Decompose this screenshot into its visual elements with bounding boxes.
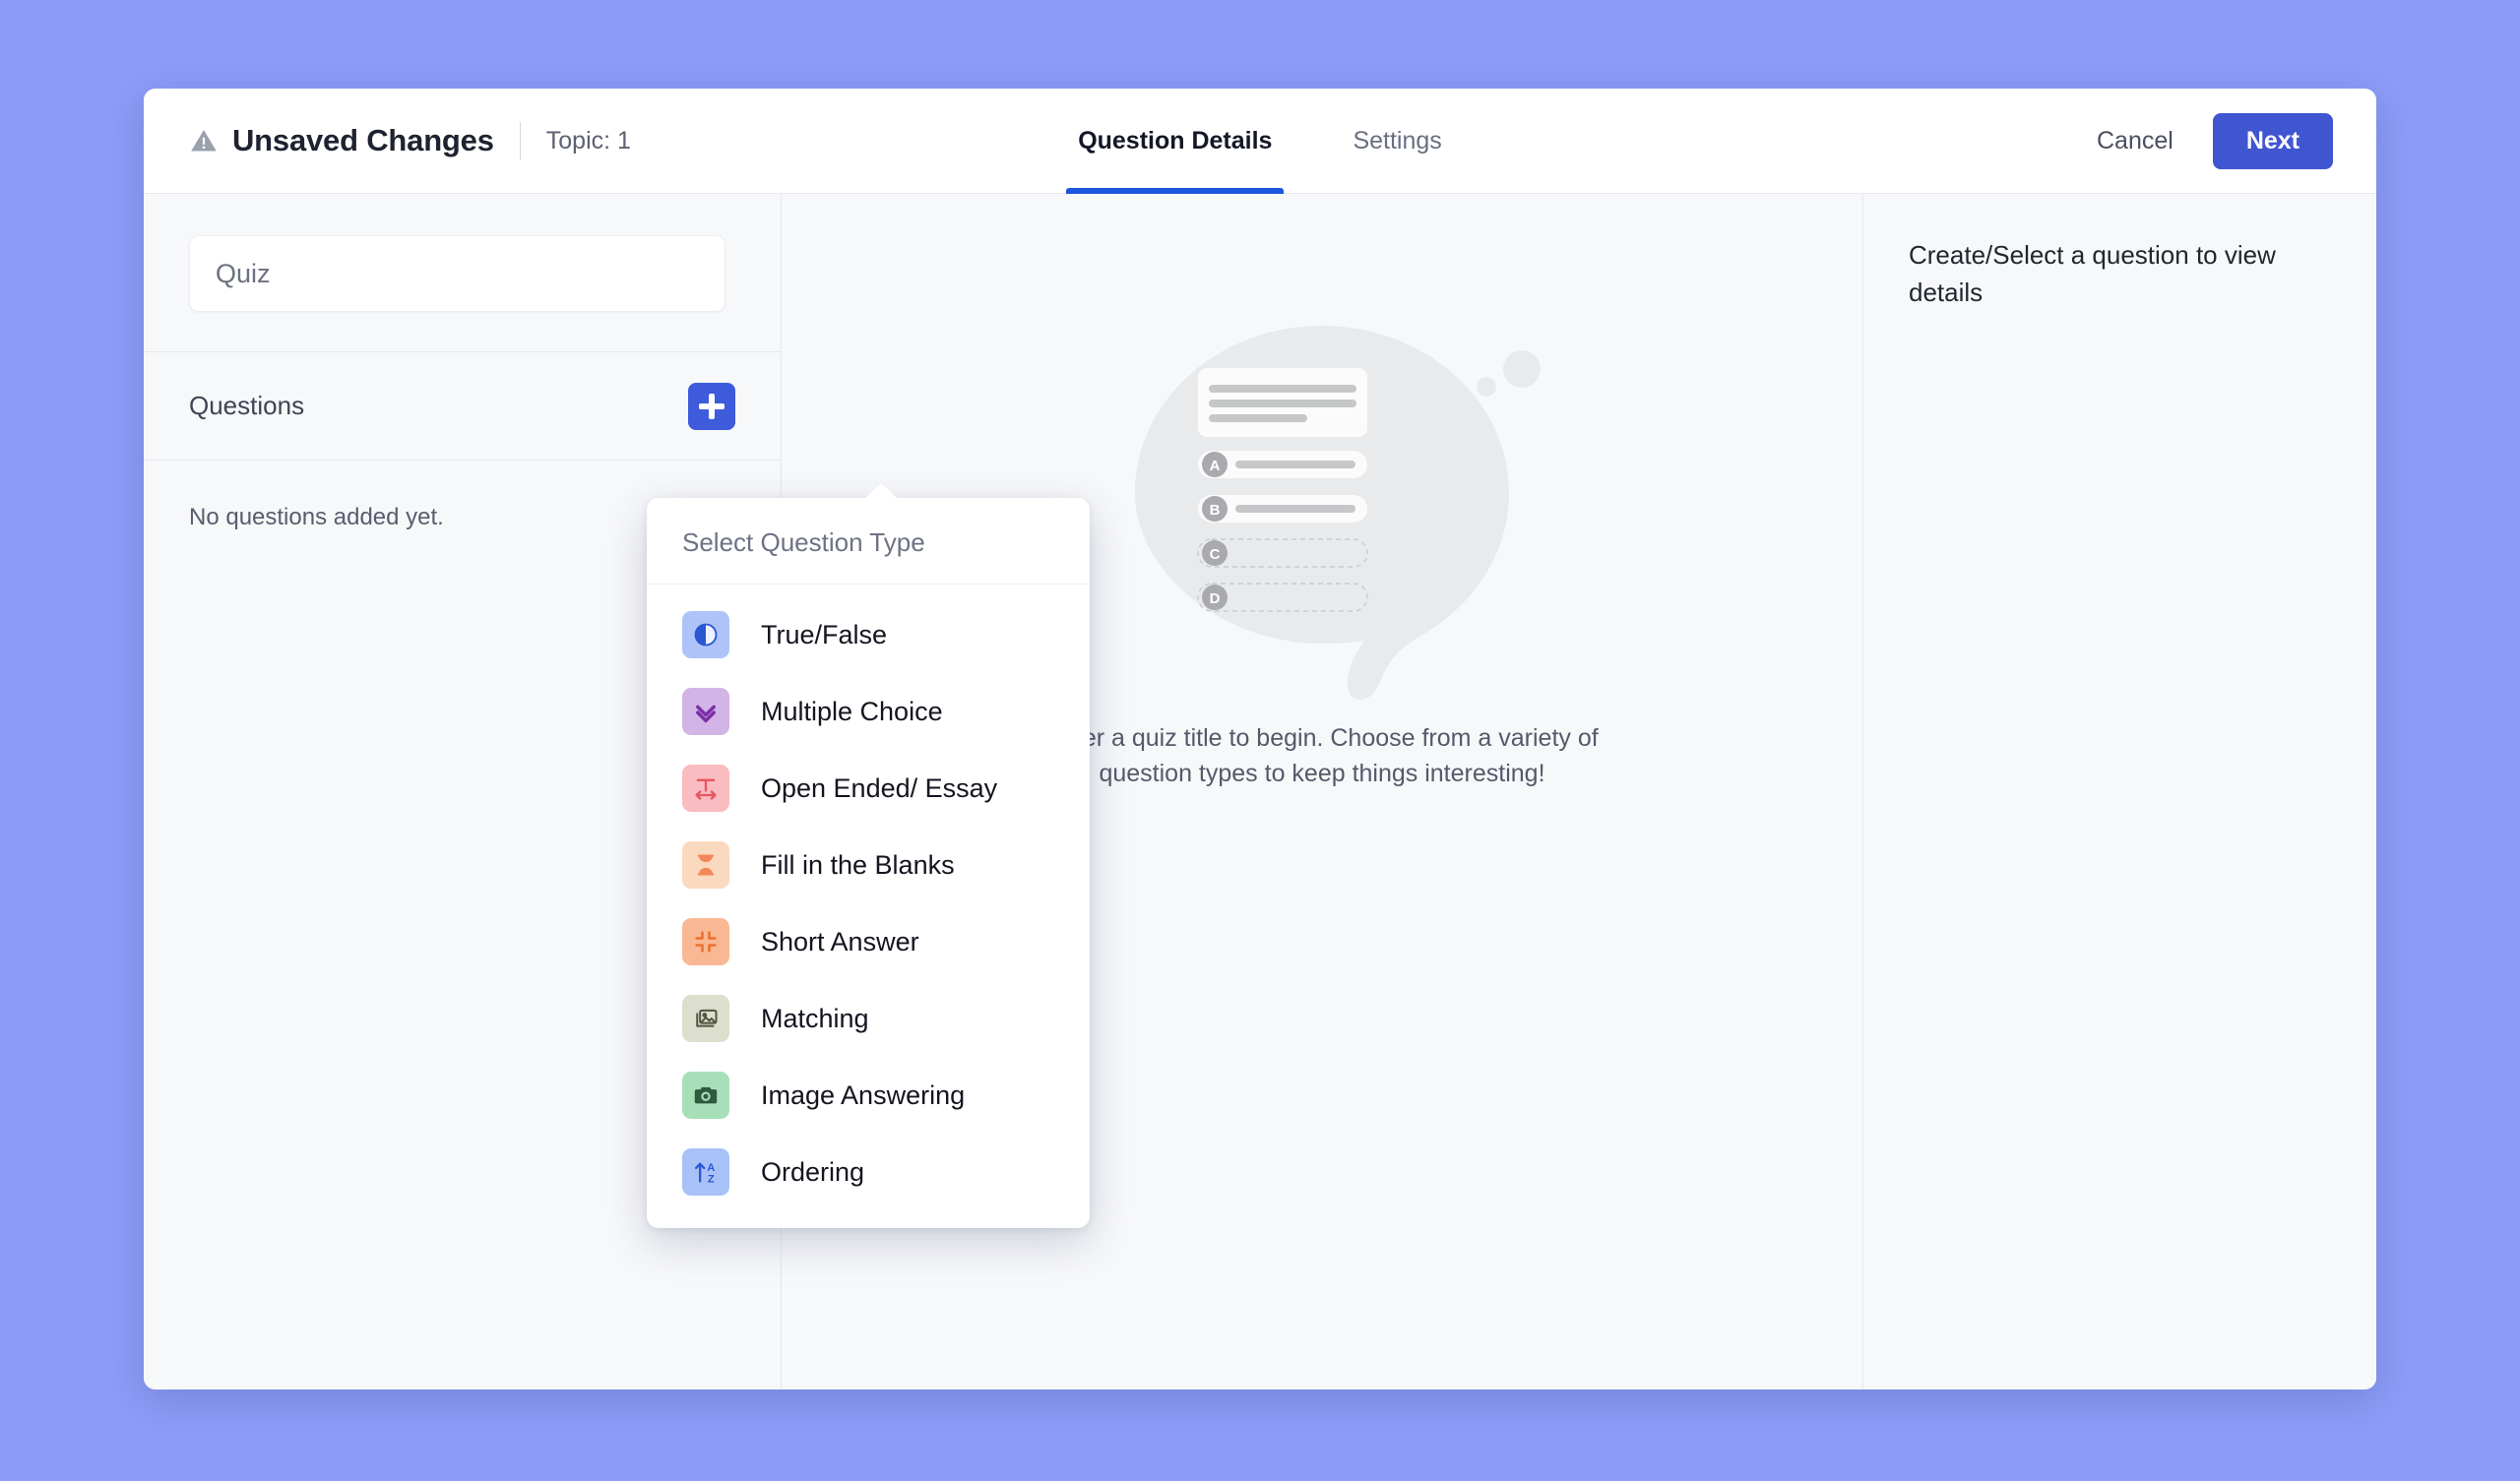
question-type-label: Fill in the Blanks [761, 849, 955, 880]
questions-label: Questions [189, 391, 305, 420]
option-letter-a: A [1210, 458, 1221, 474]
modal-body: Questions No questions added yet. A [144, 194, 2376, 1389]
image-stack-icon [682, 995, 729, 1042]
double-check-icon [682, 688, 729, 735]
question-type-label: Short Answer [761, 926, 919, 956]
svg-text:A: A [707, 1162, 715, 1174]
svg-text:Z: Z [708, 1174, 715, 1186]
hourglass-icon [682, 841, 729, 889]
question-type-label: Open Ended/ Essay [761, 772, 998, 803]
question-type-label: Image Answering [761, 1080, 966, 1110]
question-type-multiple-choice[interactable]: Multiple Choice [647, 673, 1090, 750]
quiz-title-zone [144, 194, 781, 352]
header-actions: Cancel Next [2091, 112, 2376, 169]
question-details-panel: Create/Select a question to view details [1863, 194, 2376, 1389]
quiz-speech-bubble-illustration: A B C D [1135, 326, 1541, 700]
option-letter-d: D [1210, 590, 1221, 607]
question-type-dropdown: Select Question Type True/False Multiple… [647, 483, 1090, 1228]
question-type-image-answering[interactable]: Image Answering [647, 1057, 1090, 1134]
topic-label: Topic: 1 [545, 126, 631, 154]
question-type-list: True/False Multiple Choice Open Ended/ E… [647, 585, 1090, 1210]
quiz-editor-modal: Unsaved Changes Topic: 1 Question Detail… [144, 89, 2376, 1389]
tab-settings[interactable]: Settings [1345, 89, 1449, 194]
unsaved-changes-title: Unsaved Changes [232, 123, 494, 157]
question-type-ordering[interactable]: A Z Ordering [647, 1134, 1090, 1210]
details-placeholder-text: Create/Select a question to view details [1909, 240, 2276, 307]
warning-triangle-icon [191, 130, 217, 152]
sort-az-icon: A Z [682, 1148, 729, 1196]
add-question-button[interactable] [688, 382, 735, 430]
question-type-short-answer[interactable]: Short Answer [647, 903, 1090, 980]
question-type-label: Matching [761, 1003, 869, 1033]
modal-header: Unsaved Changes Topic: 1 Question Detail… [144, 89, 2376, 194]
empty-state-message: Enter a quiz title to begin. Choose from… [1045, 724, 1599, 787]
header-divider [519, 122, 521, 159]
option-letter-c: C [1210, 546, 1221, 563]
cancel-button[interactable]: Cancel [2091, 119, 2179, 163]
tab-question-details-label: Question Details [1078, 127, 1273, 154]
tab-question-details[interactable]: Question Details [1066, 89, 1285, 194]
question-type-open-ended-essay[interactable]: Open Ended/ Essay [647, 750, 1090, 827]
dropdown-title: Select Question Type [647, 498, 1090, 585]
camera-icon [682, 1072, 729, 1119]
collapse-arrows-icon [682, 918, 729, 965]
text-width-icon [682, 765, 729, 812]
question-type-label: True/False [761, 619, 888, 649]
next-button[interactable]: Next [2212, 112, 2333, 169]
question-type-fill-in-the-blanks[interactable]: Fill in the Blanks [647, 827, 1090, 903]
header-status-group: Unsaved Changes Topic: 1 [144, 122, 631, 159]
option-letter-b: B [1210, 502, 1221, 519]
question-type-label: Ordering [761, 1156, 865, 1187]
question-type-matching[interactable]: Matching [647, 980, 1090, 1057]
contrast-circle-icon [682, 611, 729, 658]
tab-settings-label: Settings [1353, 127, 1442, 154]
questions-header-row: Questions [144, 352, 781, 461]
question-type-label: Multiple Choice [761, 696, 943, 726]
quiz-title-input[interactable] [189, 235, 725, 312]
question-type-true-false[interactable]: True/False [647, 596, 1090, 673]
